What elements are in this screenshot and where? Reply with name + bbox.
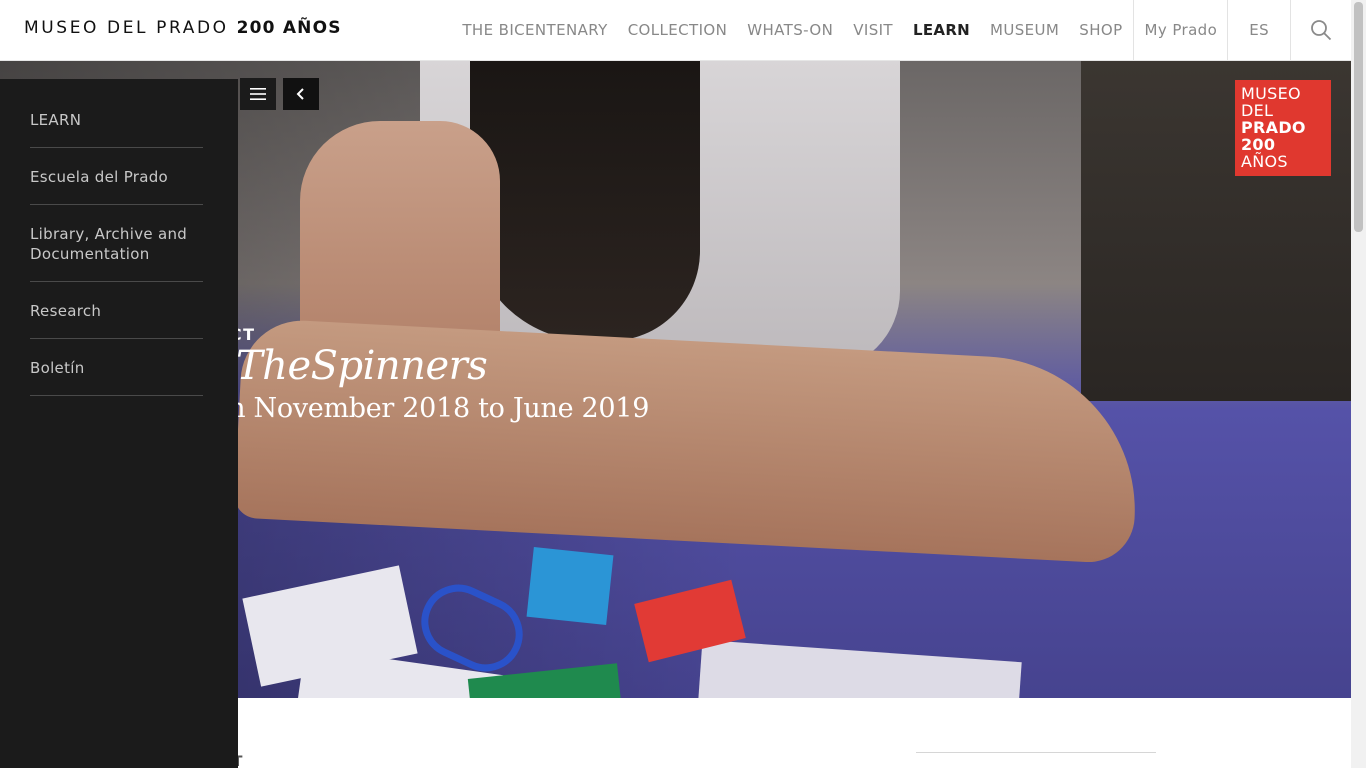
logo-text: MUSEO DEL PRADO [24, 18, 229, 38]
sidebar-item-escuela[interactable]: Escuela del Prado [30, 167, 203, 205]
site-logo[interactable]: MUSEO DEL PRADO 200 AÑOS [24, 18, 342, 38]
sidebar-item-learn[interactable]: LEARN [30, 110, 203, 148]
sidebar-item-research[interactable]: Research [30, 301, 203, 339]
sidebar-item-boletin[interactable]: Boletín [30, 358, 203, 396]
page-scrollbar[interactable] [1351, 0, 1366, 768]
badge-line: PRADO [1241, 118, 1306, 137]
badge-line: MUSEO [1241, 84, 1301, 103]
chevron-left-icon [296, 88, 304, 100]
prado-200-badge: MUSEO DEL PRADO 200 AÑOS [1235, 80, 1331, 176]
sidebar-item-label: Library, Archive and Documentation [30, 225, 188, 263]
badge-line: AÑOS [1241, 152, 1288, 171]
badge-line: 200 [1241, 135, 1276, 154]
divider [916, 752, 1156, 753]
nav-item-visit[interactable]: VISIT [843, 0, 903, 60]
sidebar-collapse-button[interactable] [283, 78, 319, 110]
nav-item-museum[interactable]: MUSEUM [980, 0, 1069, 60]
nav-item-collection[interactable]: COLLECTION [618, 0, 738, 60]
search-button[interactable] [1290, 0, 1351, 60]
nav-item-learn[interactable]: LEARN [903, 0, 980, 60]
site-header: MUSEO DEL PRADO 200 AÑOS THE BICENTENARY… [0, 0, 1351, 61]
scrollbar-thumb[interactable] [1354, 2, 1363, 232]
learn-sidebar: LEARN Escuela del Prado Library, Archive… [0, 79, 238, 768]
sidebar-item-label: Boletín [30, 359, 85, 377]
main-nav: THE BICENTENARY COLLECTION WHATS-ON VISI… [452, 0, 1351, 60]
nav-item-bicentenary[interactable]: THE BICENTENARY [452, 0, 617, 60]
language-switch[interactable]: ES [1227, 0, 1290, 60]
badge-line: DEL [1241, 101, 1274, 120]
logo-bold-text: 200 AÑOS [236, 18, 342, 38]
hero-dates: om November 2018 to June 2019 [204, 393, 650, 424]
my-prado-link[interactable]: My Prado [1132, 0, 1228, 60]
search-icon [1311, 20, 1332, 41]
hero-title: TheSpinners [236, 343, 488, 389]
sidebar-item-label: Research [30, 302, 102, 320]
sidebar-menu-button[interactable] [240, 78, 276, 110]
nav-item-shop[interactable]: SHOP [1069, 0, 1132, 60]
sidebar-item-label: LEARN [30, 111, 82, 129]
sidebar-item-label: Escuela del Prado [30, 168, 169, 186]
sidebar-item-library[interactable]: Library, Archive and Documentation [30, 224, 203, 282]
nav-item-whats-on[interactable]: WHATS-ON [737, 0, 843, 60]
hamburger-icon [250, 88, 266, 100]
